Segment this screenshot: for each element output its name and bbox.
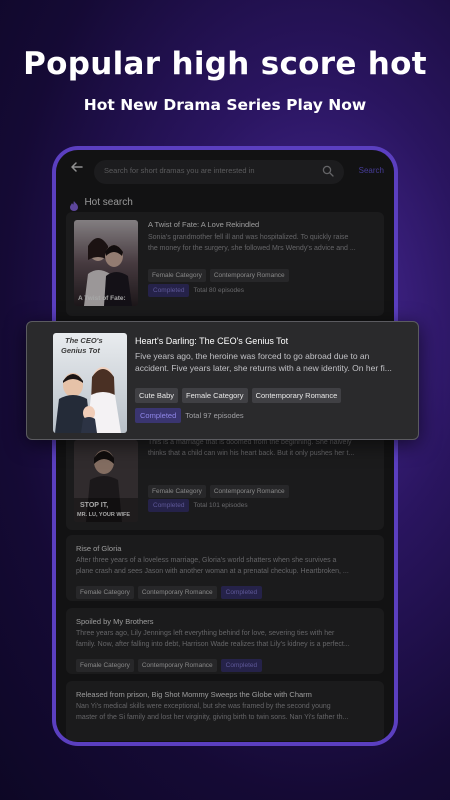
tag[interactable]: Cute Baby [135, 388, 179, 403]
promo-headline: Popular high score hot [23, 46, 427, 82]
poster-caption: Genius Tot [61, 346, 100, 355]
tag[interactable]: Contemporary Romance [137, 659, 217, 672]
tag[interactable]: Contemporary Romance [251, 388, 342, 403]
drama-description: After three years of a loveless marriage… [76, 557, 337, 564]
status-row: Completed Total 80 episodes [148, 284, 244, 297]
tag[interactable]: Female Category [148, 269, 206, 282]
tag-list: Female Category Contemporary Romance Compl… [76, 581, 263, 599]
drama-card[interactable]: Spoiled by My Brothers Three years ago, … [66, 608, 384, 674]
poster-caption: A Twist of Fate: [78, 295, 126, 302]
search-icon[interactable] [322, 164, 336, 178]
drama-card[interactable]: A Twist of Fate: A Twist of Fate: A Love… [66, 212, 384, 316]
drama-card[interactable]: STOP IT, MR. LU, YOUR WIFE This is a mar… [66, 430, 384, 530]
drama-title: A Twist of Fate: A Love Rekindled [148, 220, 260, 229]
tag[interactable]: Female Category [182, 388, 248, 403]
device-frame: Search for short dramas you are interest… [52, 146, 398, 746]
drama-poster: STOP IT, MR. LU, YOUR WIFE [74, 440, 138, 522]
hot-search-header: Hot search [70, 194, 133, 211]
tag[interactable]: Contemporary Romance [209, 269, 289, 282]
drama-description: accident. Five years later, she returns … [135, 363, 392, 373]
drama-title: Spoiled by My Brothers [76, 617, 154, 626]
drama-title: Rise of Gloria [76, 544, 122, 553]
tag-list: Female Category Contemporary Romance [148, 480, 293, 498]
tag-list: Cute Baby Female Category Contemporary Rom… [135, 385, 345, 403]
tag[interactable]: Contemporary Romance [209, 485, 289, 498]
search-button[interactable]: Search [359, 166, 384, 175]
promo-subheadline: Hot New Drama Series Play Now [83, 96, 367, 114]
flame-icon [70, 198, 78, 211]
episode-count: Total 80 episodes [193, 287, 245, 294]
drama-description: Five years ago, the heroine was forced t… [135, 351, 370, 361]
top-bar: Search for short dramas you are interest… [56, 158, 394, 186]
drama-description: Three years ago, Lily Jennings left ever… [76, 630, 335, 637]
poster-caption: The CEO's [65, 336, 103, 345]
drama-description: family. Now, after falling into debt, Ha… [76, 640, 350, 648]
poster-caption: MR. LU, YOUR WIFE [77, 512, 131, 518]
tag-list: Female Category Contemporary Romance [148, 264, 293, 282]
drama-title: Heart's Darling: The CEO's Genius Tot [135, 336, 289, 346]
tag-list: Female Category Contemporary Romance Compl… [76, 654, 263, 672]
status-badge: Completed [148, 284, 190, 297]
tag[interactable]: Contemporary Romance [137, 586, 217, 599]
highlighted-drama-card[interactable]: The CEO's Genius Tot Heart's Darling: Th… [26, 321, 419, 440]
status-badge: Completed [220, 586, 263, 599]
episode-count: Total 101 episodes [193, 502, 248, 509]
tag[interactable]: Female Category [76, 659, 134, 672]
drama-card[interactable]: Released from prison, Big Shot Mommy Swe… [66, 681, 384, 741]
status-row: Completed Total 101 episodes [148, 499, 248, 512]
tag[interactable]: Female Category [148, 485, 206, 498]
drama-description: plane crash and sees Jason with another … [76, 567, 349, 575]
drama-description: the money for the surgery, she followed … [148, 244, 356, 252]
drama-title: Released from prison, Big Shot Mommy Swe… [76, 690, 312, 699]
drama-description: master of the Si family and lost her vir… [76, 713, 349, 721]
tag[interactable]: Female Category [76, 586, 134, 599]
status-badge: Completed [148, 499, 190, 512]
drama-description: Sonia's grandmother fell ill and was hos… [148, 234, 349, 241]
search-placeholder: Search for short dramas you are interest… [104, 166, 255, 175]
poster-caption: STOP IT, [80, 502, 109, 509]
status-badge: Completed [135, 408, 182, 423]
status-row: Completed Total 97 episodes [135, 408, 244, 423]
app-screen: Search for short dramas you are interest… [56, 150, 394, 742]
status-badge: Completed [220, 659, 263, 672]
drama-description: thinks that a child can win his heart ba… [148, 449, 355, 457]
episode-count: Total 97 episodes [185, 411, 244, 420]
back-arrow-icon[interactable] [70, 160, 88, 182]
search-input[interactable]: Search for short dramas you are interest… [94, 160, 344, 184]
drama-card[interactable]: Rise of Gloria After three years of a lo… [66, 535, 384, 601]
drama-poster: A Twist of Fate: [74, 220, 138, 306]
drama-description: Nan Yi's medical skills were exceptional… [76, 703, 331, 710]
hot-search-title: Hot search [84, 197, 133, 209]
drama-poster: The CEO's Genius Tot [53, 333, 127, 433]
